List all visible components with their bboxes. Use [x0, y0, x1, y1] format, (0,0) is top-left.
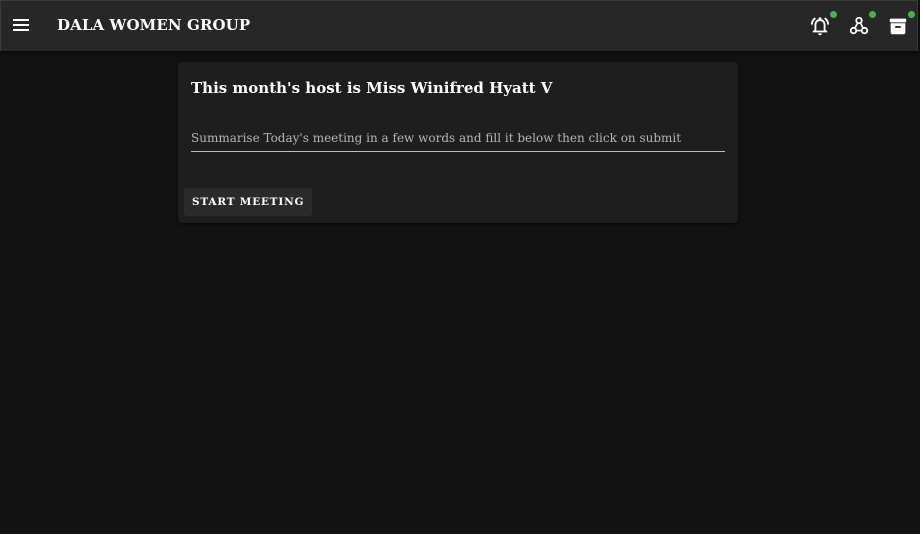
notifications-button[interactable] [809, 11, 837, 37]
bell-ring-icon [810, 17, 830, 36]
host-heading: This month's host is Miss Winifred Hyatt… [191, 79, 553, 97]
meeting-summary-input[interactable] [191, 124, 725, 152]
app-bar: DALA WOMEN GROUP [0, 0, 918, 51]
hub-badge [869, 11, 876, 18]
start-meeting-button[interactable]: START MEETING [184, 188, 313, 216]
meeting-card: This month's host is Miss Winifred Hyatt… [178, 62, 738, 223]
app-title: DALA WOMEN GROUP [57, 16, 251, 34]
hub-button[interactable] [848, 11, 876, 37]
menu-icon[interactable] [13, 19, 29, 33]
notification-badge [830, 11, 837, 18]
archive-button[interactable] [887, 11, 915, 37]
archive-badge [908, 11, 915, 18]
hub-icon [849, 16, 869, 35]
archive-icon [889, 18, 907, 35]
